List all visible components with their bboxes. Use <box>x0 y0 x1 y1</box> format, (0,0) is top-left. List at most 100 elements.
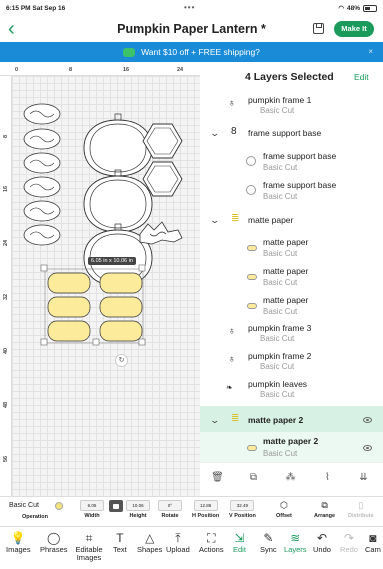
toolbar-redo[interactable]: ↷ Redo <box>340 531 358 554</box>
toolbar-undo[interactable]: ↶ Undo <box>313 531 331 554</box>
shapes-icon: △ <box>145 531 155 545</box>
matte-paper-shapes <box>47 272 143 342</box>
make-it-button[interactable]: Make It <box>334 21 374 37</box>
width-field[interactable]: 6.05 Width <box>80 500 104 519</box>
layer-item[interactable]: ❧ pumpkin leaves Basic Cut <box>200 376 383 402</box>
toolbar-sync[interactable]: ✎ Sync <box>260 531 277 554</box>
pumpkin-frame <box>83 175 153 233</box>
chevron-down-icon[interactable]: ⌄ <box>209 215 220 226</box>
layer-operation: Basic Cut <box>263 249 298 258</box>
stacked-ovals-icon: ≣ <box>231 213 240 224</box>
layer-group[interactable]: ⌄ 8 frame support base <box>200 122 383 142</box>
multitask-dots[interactable]: ••• <box>184 3 195 12</box>
layer-item[interactable]: frame support base Basic Cut <box>200 177 383 203</box>
layer-name: matte paper <box>248 215 294 225</box>
layer-item-selected[interactable]: matte paper 2 Basic Cut <box>200 432 383 462</box>
layer-name: frame support base <box>263 151 337 161</box>
layer-operation: Basic Cut <box>260 106 295 115</box>
layer-name: matte paper <box>263 237 309 247</box>
toolbar-edit[interactable]: ⇲ Edit <box>233 531 246 554</box>
status-bar: 6:15 PM Sat Sep 16 ••• ◠ 48% <box>0 0 383 16</box>
stacked-ovals-icon: ≣ <box>231 413 240 424</box>
toolbar-shapes[interactable]: △ Shapes <box>137 531 162 554</box>
layer-actions: 🗑 ⧉ ⁂ ⌇ ⇊ <box>200 462 383 496</box>
hexagon-icon <box>246 185 256 195</box>
attach-icon[interactable]: ⌇ <box>321 471 334 484</box>
chevron-down-icon[interactable]: ⌄ <box>209 128 220 139</box>
rotate-field[interactable]: 0° Rotate <box>158 500 182 519</box>
layer-operation: Basic Cut <box>260 334 295 343</box>
layer-operation: Basic Cut <box>260 362 295 371</box>
bottom-toolbar: 💡 Images ◯ Phrases ⌗ Editable Images T Text … <box>0 526 383 569</box>
page-title: Pumpkin Paper Lantern * <box>117 22 266 36</box>
pumpkin-icon: ♁ <box>228 354 236 365</box>
leaves-icon: ❧ <box>226 383 233 392</box>
layer-item[interactable]: ♁ pumpkin frame 3 Basic Cut <box>200 320 383 346</box>
arrange-icon: ⧉ <box>321 500 328 510</box>
layer-name: frame support base <box>263 180 337 190</box>
layers-edit-button[interactable]: Edit <box>354 72 369 82</box>
undo-icon: ↶ <box>316 531 327 545</box>
layer-group[interactable]: ⌄ ≣ matte paper <box>200 209 383 229</box>
matte-paper-plaque <box>99 320 143 342</box>
design-canvas[interactable]: 0 8 16 24 8 16 24 32 40 48 56 64 <box>0 62 200 496</box>
layers-panel: 4 Layers Selected Edit ♁ pumpkin frame 1… <box>200 62 383 496</box>
battery-icon <box>363 4 377 12</box>
offset-button[interactable]: ⬡ Offset <box>276 500 292 519</box>
arrange-button[interactable]: ⧉ Arrange <box>314 500 335 519</box>
layer-item[interactable]: ♁ pumpkin frame 1 Basic Cut <box>200 92 383 118</box>
selection-handle <box>138 338 146 346</box>
layer-operation: Basic Cut <box>263 163 298 172</box>
distribute-button[interactable]: ▯ Distribute <box>348 500 374 519</box>
rotate-handle-icon[interactable]: ↻ <box>115 354 128 367</box>
toolbar-upload[interactable]: ⤒ Upload <box>166 531 190 554</box>
toolbar-phrases[interactable]: ◯ Phrases <box>40 531 68 554</box>
group-icon[interactable]: ⁂ <box>284 471 297 484</box>
flatten-icon[interactable]: ⇊ <box>357 471 370 484</box>
promo-banner[interactable]: Want $10 off + FREE shipping? × <box>0 42 383 62</box>
duplicate-icon[interactable]: ⧉ <box>247 471 260 484</box>
toolbar-text[interactable]: T Text <box>113 531 127 554</box>
speech-bubble-icon: ◯ <box>47 531 61 545</box>
lock-icon[interactable] <box>109 500 123 512</box>
layer-item[interactable]: matte paper Basic Cut <box>200 263 383 289</box>
pumpkin-icon: ♁ <box>228 326 236 337</box>
edit-icon: ⇲ <box>234 531 245 545</box>
layer-group-selected[interactable]: ⌄ ≣ matte paper 2 <box>200 406 383 432</box>
matte-paper-icon <box>247 245 257 251</box>
v-position-field[interactable]: 32.49 V Position <box>229 500 256 519</box>
toolbar-actions[interactable]: ⛶ Actions <box>199 531 224 554</box>
selection-handle <box>40 338 48 346</box>
layer-operation: Basic Cut <box>263 278 298 287</box>
toolbar-editable-images[interactable]: ⌗ Editable Images <box>75 531 103 562</box>
layer-operation: Basic Cut <box>263 449 298 458</box>
toolbar-images[interactable]: 💡 Images <box>6 531 31 554</box>
actions-icon: ⛶ <box>207 531 216 545</box>
height-field[interactable]: 10.06 Height <box>126 500 150 519</box>
layer-item[interactable]: matte paper Basic Cut <box>200 234 383 260</box>
selection-handle <box>92 338 100 346</box>
color-swatch[interactable] <box>55 502 63 510</box>
layer-item[interactable]: ♁ pumpkin frame 2 Basic Cut <box>200 348 383 374</box>
text-icon: T <box>116 531 124 545</box>
layer-item[interactable]: frame support base Basic Cut <box>200 148 383 174</box>
eye-icon[interactable] <box>363 445 372 451</box>
close-icon[interactable]: × <box>368 47 373 56</box>
status-time: 6:15 PM Sat Sep 16 <box>6 4 66 12</box>
gift-icon <box>123 47 136 57</box>
chevron-down-icon[interactable]: ⌄ <box>209 415 220 426</box>
operation-value[interactable]: Basic Cut <box>9 502 39 509</box>
pumpkin-frame-3-shapes <box>23 103 61 246</box>
selection-handle <box>40 264 48 272</box>
toolbar-camera[interactable]: ◙ Cam <box>365 531 381 554</box>
h-position-field[interactable]: 12.86 H Position <box>192 500 219 519</box>
toolbar-layers[interactable]: ≋ Layers <box>284 531 307 554</box>
offset-icon: ⬡ <box>280 500 288 510</box>
trash-icon[interactable]: 🗑 <box>211 471 224 484</box>
leaf-vine <box>139 221 183 245</box>
camera-icon: ◙ <box>369 531 377 545</box>
save-icon[interactable] <box>313 23 324 34</box>
layer-item[interactable]: matte paper Basic Cut <box>200 292 383 318</box>
eye-icon[interactable] <box>363 417 372 423</box>
canvas-shapes[interactable] <box>0 62 200 496</box>
